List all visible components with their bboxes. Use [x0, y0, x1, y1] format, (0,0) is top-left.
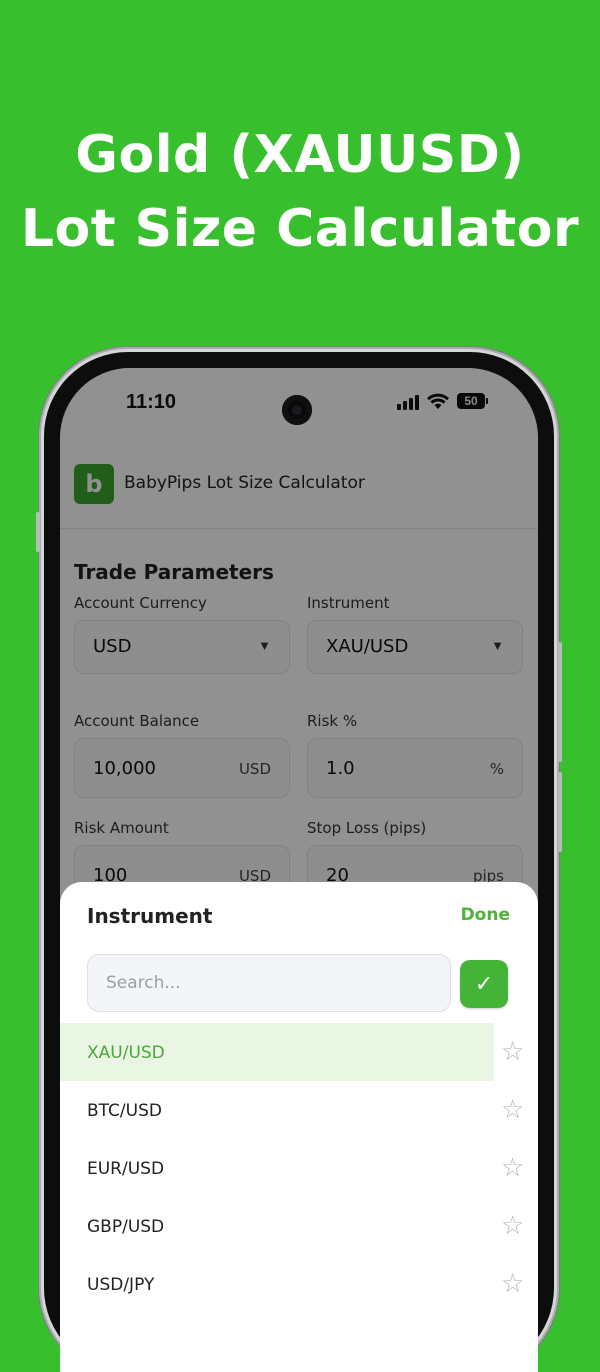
confirm-button[interactable]: ✓	[460, 960, 508, 1008]
star-icon[interactable]: ☆	[501, 1038, 524, 1064]
phone-frame: 11:10 50 b BabyPips Lot Size Calculator …	[36, 352, 562, 1372]
instrument-row-eur-usd[interactable]: EUR/USD ☆	[60, 1139, 538, 1197]
star-icon[interactable]: ☆	[501, 1154, 524, 1180]
headline-line-1: Gold (XAUUSD)	[75, 125, 525, 185]
instrument-code: USD/JPY	[87, 1275, 155, 1295]
instrument-row-btc-usd[interactable]: BTC/USD ☆	[60, 1081, 538, 1139]
phone-power-button	[558, 642, 562, 762]
star-icon[interactable]: ☆	[501, 1270, 524, 1296]
checkmark-icon: ✓	[474, 971, 494, 996]
instrument-code: EUR/USD	[87, 1159, 165, 1179]
search-input[interactable]	[87, 954, 451, 1012]
phone-side-button	[36, 512, 40, 552]
instrument-code: BTC/USD	[87, 1101, 162, 1121]
phone-side-button-lower	[558, 772, 562, 852]
star-icon[interactable]: ☆	[501, 1096, 524, 1122]
phone-screen: 11:10 50 b BabyPips Lot Size Calculator …	[60, 368, 538, 1372]
done-button[interactable]: Done	[461, 905, 510, 925]
headline-line-2: Lot Size Calculator	[20, 199, 580, 259]
instrument-code: XAU/USD	[87, 1043, 165, 1063]
sheet-title: Instrument	[87, 904, 213, 928]
instrument-row-gbp-usd[interactable]: GBP/USD ☆	[60, 1197, 538, 1255]
instrument-row-xau-usd[interactable]: XAU/USD ☆	[60, 1023, 538, 1081]
instrument-code: GBP/USD	[87, 1217, 165, 1237]
star-icon[interactable]: ☆	[501, 1212, 524, 1238]
instrument-row-usd-jpy[interactable]: USD/JPY ☆	[60, 1255, 538, 1313]
promo-headline: Gold (XAUUSD) Lot Size Calculator	[0, 118, 600, 266]
